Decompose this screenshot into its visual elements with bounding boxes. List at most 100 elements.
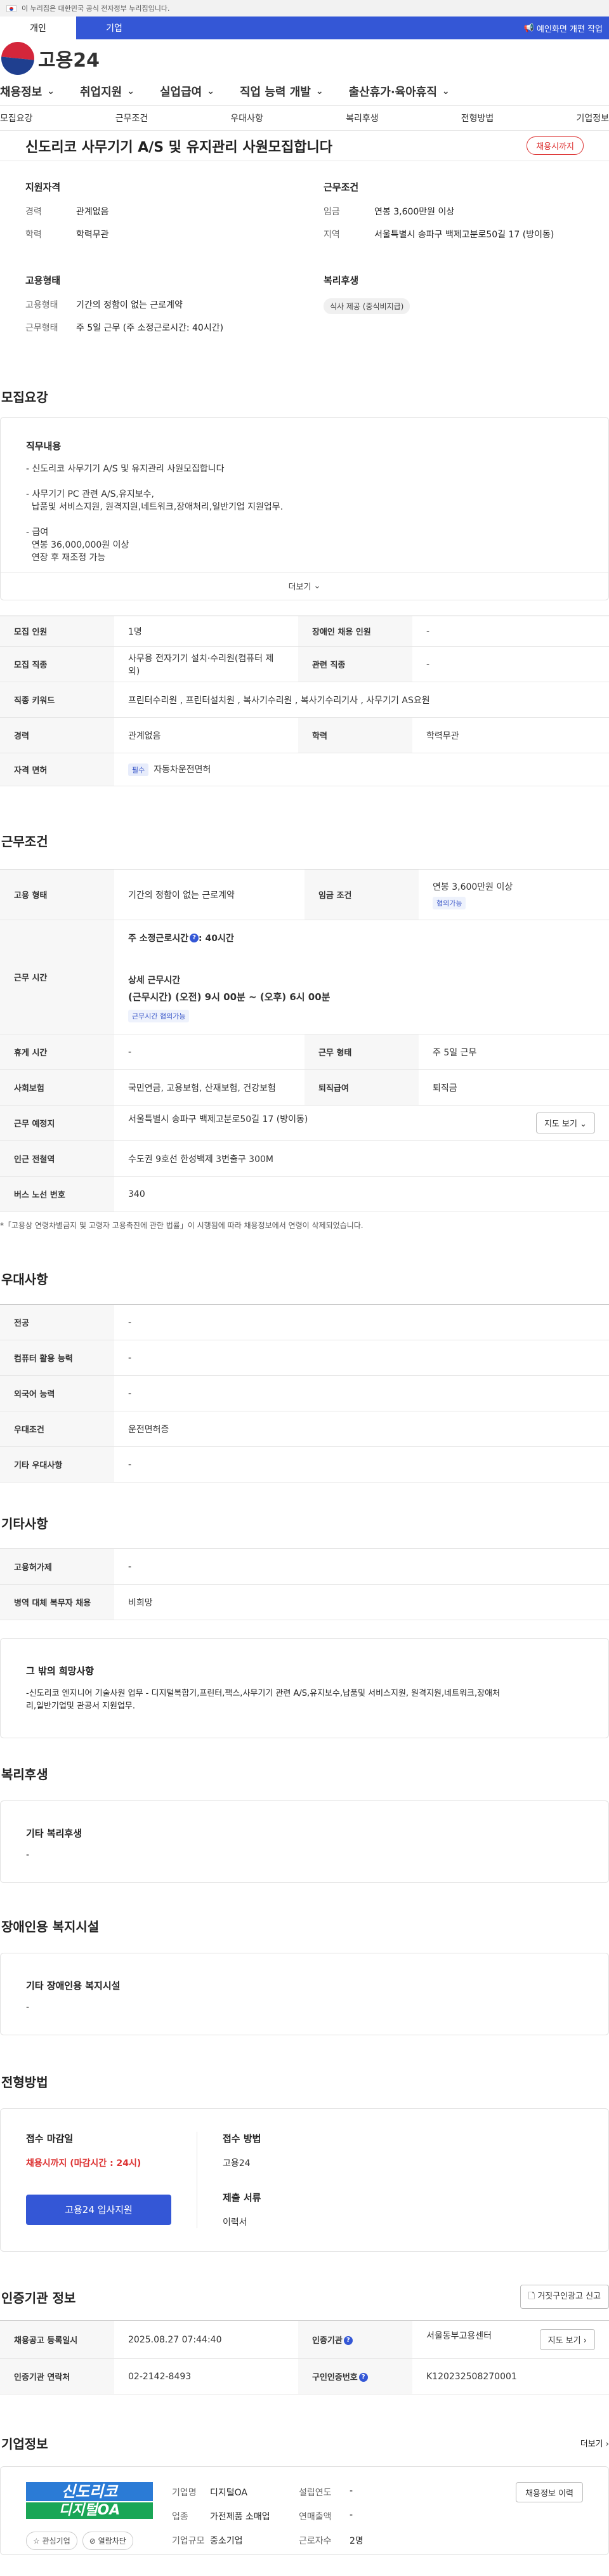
prefer-table: 전공 - 컴퓨터 활용 능력 - 외국어 능력 - 우대조건 운전면허증 기타 우대사항… <box>0 1304 609 1483</box>
cell-value: 주 소정근로시간?: 40시간 상세 근무시간 (근무시간) (오전) 9시 0… <box>114 920 609 1034</box>
kv-value: 관계없음 <box>76 207 109 217</box>
info-icon[interactable]: ? <box>190 934 199 942</box>
company-more-link[interactable]: 더보기 › <box>580 2437 609 2449</box>
std-hours: 주 소정근로시간?: 40시간 <box>128 932 595 944</box>
nav-unemployment[interactable]: 실업급여 ⌄ <box>160 83 214 100</box>
license-value: 자동차운전면허 <box>154 765 211 775</box>
nav-employment-support[interactable]: 취업지원 ⌄ <box>80 83 134 100</box>
extra-box: 그 밖의 희망사항 -신도리코 엔지니어 기술사원 업무 - 디지털복합기,프린… <box>0 1638 609 1738</box>
company-logo-line1: 신도리코 <box>26 2482 153 2501</box>
nav-jobs[interactable]: 채용정보 ⌄ <box>0 83 55 100</box>
anchor-benefit[interactable]: 복리후생 <box>346 112 379 124</box>
cell-key: 컴퓨터 활용 능력 <box>0 1340 114 1376</box>
section-title: 근무조건 <box>1 834 48 849</box>
summary-head: 지원자격 <box>25 182 61 193</box>
job-title-row: 신도리코 사무기기 A/S 및 유지관리 사원모집합니다 채용시까지 <box>0 131 609 161</box>
table-row: 전공 - <box>0 1304 609 1340</box>
std-hours-label: 주 소정근로시간 <box>128 934 189 944</box>
duty-lines: - 신도리코 사무기기 A/S 및 유지관리 사원모집합니다 - 사무기기 PC … <box>26 463 583 564</box>
nav-label: 직업 능력 개발 <box>239 86 311 99</box>
method-value: 고용24 <box>223 2158 251 2169</box>
kv-key: 학력 <box>25 230 42 240</box>
map-button[interactable]: 지도 보기 ⌄ <box>535 1113 595 1133</box>
tab-person[interactable]: 개인 <box>0 17 76 39</box>
method-head: 접수 방법 <box>223 2133 261 2144</box>
summary-welfare: 복리후생 식사 제공 (중식비지급) <box>324 274 584 344</box>
duty-line: 연장 후 재조정 가능 <box>26 553 106 563</box>
required-tag: 필수 <box>128 763 149 776</box>
cell-value: 주 5일 근무 <box>419 1034 609 1070</box>
apply-button[interactable]: 고용24 입사지원 <box>26 2195 171 2225</box>
nav-skills[interactable]: 직업 능력 개발 ⌄ <box>240 83 324 100</box>
duty-line: - 사무기기 PC 관련 A/S,유지보수, <box>26 489 154 499</box>
anchor-company[interactable]: 기업정보 <box>576 112 609 124</box>
section-title: 기업정보 <box>1 2436 48 2452</box>
anchor-process[interactable]: 전형방법 <box>461 112 494 124</box>
other-section: 기타사항 고용허가제 - 병역 대체 복무자 채용 비희망 그 밖의 희망사항 -신… <box>0 1514 609 1738</box>
notice-text: 예인화면 개편 작업 <box>537 24 603 34</box>
detail-hours: (근무시간) (오전) 9시 00분 ~ (오후) 6시 00분 <box>128 991 331 1003</box>
site-logo[interactable]: 고용24 <box>0 42 100 75</box>
cell-value: 수도권 9호선 한성백제 3번출구 300M <box>114 1140 609 1177</box>
table-row: 인증기관 연락처 02-2142-8493 구인인증번호? K120232508… <box>0 2358 609 2394</box>
cert-table: 채용공고 등록일시 2025.08.27 07:44:40 인증기관? 서울동부… <box>0 2320 609 2394</box>
info-key: 업종 <box>172 2512 188 2522</box>
cell-value: 서울특별시 송파구 백제고분로50길 17 (방이동) 지도 보기 ⌄ <box>114 1105 609 1141</box>
cell-value: 2025.08.27 07:44:40 <box>114 2320 298 2359</box>
kv-key: 고용형태 <box>25 300 58 310</box>
extra-line: 리,일반기업및 관공서 지원업무. <box>26 1701 136 1711</box>
notice-link[interactable]: 📢 예인화면 개편 작업 <box>524 17 609 39</box>
block-button[interactable]: ⊘ 열람차단 <box>82 2532 133 2550</box>
user-type-bar: 개인 기업 📢 예인화면 개편 작업 <box>0 17 609 39</box>
chevron-down-icon: ⌄ <box>207 86 214 96</box>
agency-value: 서울동부고용센터 <box>426 2331 492 2341</box>
other-table: 고용허가제 - 병역 대체 복무자 채용 비희망 <box>0 1549 609 1620</box>
report-fake-ad-button[interactable]: 🗋 거짓구인광고 신고 <box>520 2285 609 2309</box>
chevron-down-icon: ⌄ <box>315 86 324 96</box>
cell-value: 1명 <box>114 616 298 647</box>
table-row: 경력 관계없음 학력 학력무관 <box>0 717 609 753</box>
nav-parental-leave[interactable]: 출산휴가·육아휴직 ⌄ <box>349 83 450 100</box>
hiring-history-button[interactable]: 채용정보 이력 <box>516 2482 583 2502</box>
duty-line <box>26 513 583 526</box>
table-row: 병역 대체 복무자 채용 비희망 <box>0 1584 609 1620</box>
disabled-head: 기타 장애인용 복지시설 <box>26 1980 121 1991</box>
cell-key: 사회보험 <box>0 1069 114 1106</box>
company-actions: ☆ 관심기업 ⊘ 열람차단 <box>26 2532 153 2550</box>
cell-key: 인근 전철역 <box>0 1140 114 1177</box>
report-label: 거짓구인광고 신고 <box>537 2292 601 2301</box>
table-row: 사회보험 국민연금, 고용보험, 산재보험, 건강보험 퇴직급여 퇴직금 <box>0 1069 609 1106</box>
interest-button[interactable]: ☆ 관심기업 <box>26 2532 77 2550</box>
cell-value: 운전면허증 <box>114 1411 609 1447</box>
anchor-work[interactable]: 근무조건 <box>115 112 148 124</box>
recruit-section: 모집요강 직무내용 - 신도리코 사무기기 A/S 및 유지관리 사원모집합니다… <box>0 387 609 600</box>
cell-key: 경력 <box>0 717 114 753</box>
cert-no-key: 구인인증번호 <box>312 2373 358 2382</box>
anchor-recruit[interactable]: 모집요강 <box>0 112 33 124</box>
info-icon[interactable]: ? <box>358 2373 368 2382</box>
map-button[interactable]: 지도 보기 › <box>539 2329 595 2350</box>
anchor-prefer[interactable]: 우대사항 <box>230 112 263 124</box>
chevron-down-icon: ⌄ <box>580 1120 587 1129</box>
duty-line: - 신도리코 사무기기 A/S 및 유지관리 사원모집합니다 <box>26 464 225 474</box>
cell-value: 퇴직금 <box>419 1069 609 1106</box>
company-logo-line2: 디지털OA <box>26 2502 153 2519</box>
nav-label: 출산휴가·육아휴직 <box>348 86 437 99</box>
cell-value: 국민연금, 고용보험, 산재보험, 건강보험 <box>114 1069 304 1106</box>
apply-right: 접수 방법 고용24 제출 서류 이력서 <box>197 2132 583 2228</box>
chevron-right-icon: › <box>605 2440 609 2449</box>
table-row: 근무 예정지 서울특별시 송파구 백제고분로50길 17 (방이동) 지도 보기… <box>0 1105 609 1141</box>
cell-key: 고용허가제 <box>0 1549 114 1585</box>
gov-banner-text: 이 누리집은 대한민국 공식 전자정부 누리집입니다. <box>22 4 170 13</box>
cell-key: 자격 면허 <box>0 753 114 786</box>
info-value: 중소기업 <box>210 2536 243 2546</box>
chevron-down-icon: ⌄ <box>127 86 134 96</box>
deadline-badge: 채용시까지 <box>527 136 584 155</box>
cell-value: 02-2142-8493 <box>114 2358 298 2394</box>
info-key: 기업명 <box>172 2488 197 2498</box>
info-icon[interactable]: ? <box>343 2336 353 2345</box>
more-button[interactable]: 더보기 ⌄ <box>1 572 608 600</box>
tab-company[interactable]: 기업 <box>76 17 152 39</box>
kv-key: 경력 <box>25 207 42 217</box>
gov-banner: 이 누리집은 대한민국 공식 전자정부 누리집입니다. <box>0 0 609 17</box>
